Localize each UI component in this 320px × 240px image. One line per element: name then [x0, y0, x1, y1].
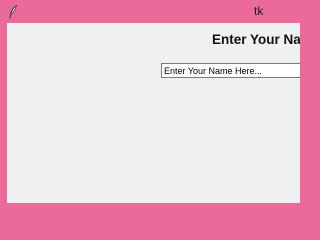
name-entry[interactable] [161, 63, 300, 78]
heading-label: Enter Your Name [212, 32, 300, 47]
window-title: tk [254, 4, 264, 18]
feather-icon [8, 4, 18, 19]
title-bar[interactable]: tk [0, 0, 300, 23]
window-content: Enter Your Name [7, 23, 300, 203]
app-window: tk Enter Your Name [0, 0, 300, 210]
